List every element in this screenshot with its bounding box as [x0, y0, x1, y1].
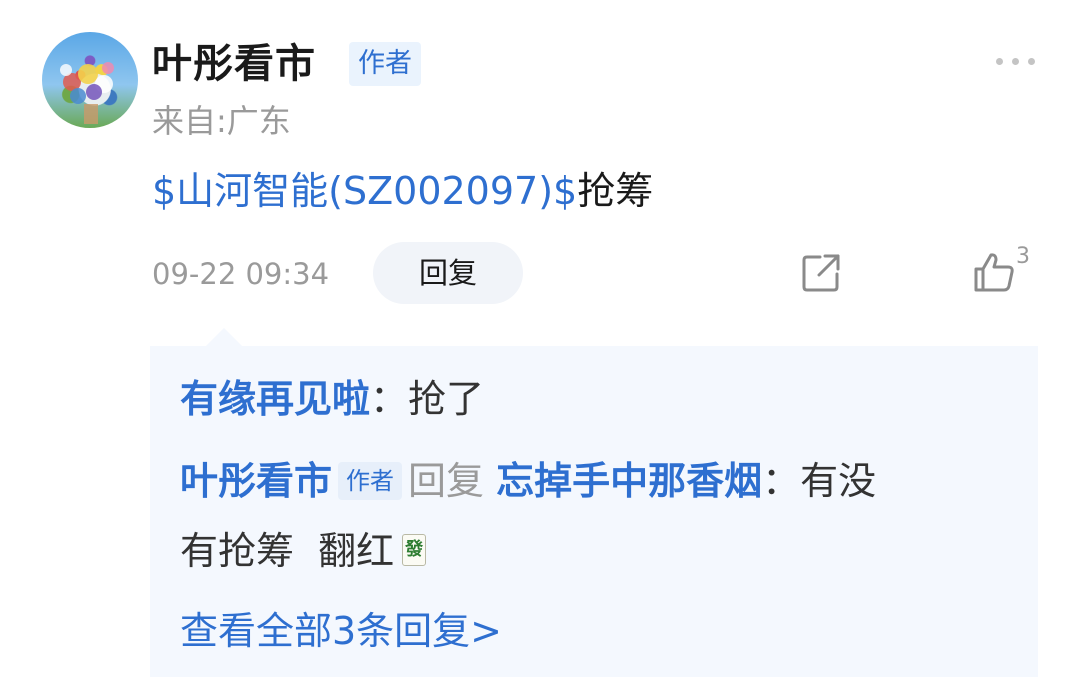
reply-target-user[interactable]: 忘掉手中那香烟 — [496, 459, 762, 503]
comment-card: 叶彤看市 作者 来自:广东 $山河智能(SZ002097)$抢筹 09-22 0… — [0, 0, 1080, 677]
avatar-flower-bouquet-icon — [60, 62, 114, 124]
reply-content: 有没 — [800, 459, 877, 503]
reply-item[interactable]: 有缘再见啦：抢了 — [180, 374, 484, 424]
reply-verb: 回复 — [408, 459, 485, 503]
reply-content-continued: 有抢筹 翻红 — [180, 529, 395, 573]
reply-button[interactable]: 回复 — [373, 242, 523, 304]
like-count: 3 — [1016, 244, 1030, 269]
post-timestamp: 09-22 09:34 — [152, 257, 330, 291]
reply-user[interactable]: 叶彤看市 — [180, 459, 332, 503]
reply-item[interactable]: 叶彤看市 作者 回复 忘掉手中那香烟：有没 — [180, 456, 876, 506]
post-text: 抢筹 — [577, 169, 654, 213]
author-location: 来自:广东 — [152, 102, 291, 140]
stock-tag-link[interactable]: $山河智能(SZ002097)$ — [152, 169, 577, 213]
reply-colon: ： — [370, 377, 409, 421]
avatar[interactable] — [42, 32, 138, 128]
more-dots-icon[interactable] — [994, 52, 1038, 72]
reply-user[interactable]: 有缘再见啦 — [180, 377, 370, 421]
reply-panel-pointer — [206, 328, 242, 346]
post-body: $山河智能(SZ002097)$抢筹 — [152, 164, 653, 218]
view-all-replies-link[interactable]: 查看全部3条回复> — [180, 606, 502, 656]
reply-item-continued: 有抢筹 翻红發 — [180, 526, 427, 576]
thumb-up-icon[interactable] — [972, 250, 1016, 298]
share-icon[interactable] — [800, 252, 842, 298]
author-badge: 作者 — [349, 42, 421, 86]
author-badge: 作者 — [338, 461, 403, 500]
mahjong-fa-emoji-icon: 發 — [402, 533, 427, 566]
author-name[interactable]: 叶彤看市 — [152, 40, 316, 88]
reply-content: 抢了 — [408, 377, 485, 421]
reply-colon: ： — [762, 459, 801, 503]
